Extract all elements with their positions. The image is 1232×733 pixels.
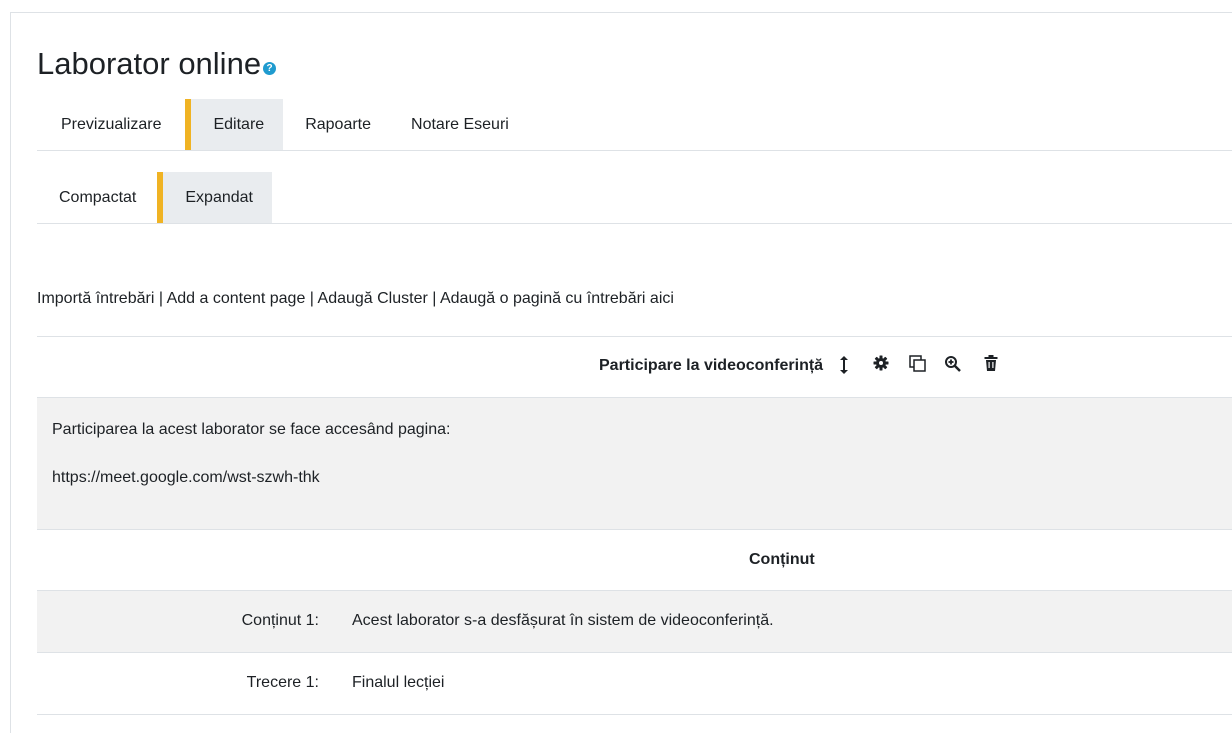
table-row: Conținut 1: Acest laborator s-a desfășur…: [37, 591, 1232, 653]
gear-icon[interactable]: [871, 355, 891, 377]
row-value: Finalul lecției: [352, 674, 445, 691]
title-text: Laborator online: [37, 46, 262, 81]
main-tabs: Previzualizare Editare Rapoarte Notare E…: [37, 99, 1232, 151]
lesson-page-header: Participare la videoconferință: [37, 337, 1232, 398]
import-questions-link[interactable]: Importă întrebări: [37, 290, 154, 307]
meeting-url: https://meet.google.com/wst-szwh-thk: [52, 469, 320, 486]
content-table-header: Conținut: [37, 530, 1232, 591]
tab-notare-eseuri[interactable]: Notare Eseuri: [391, 99, 529, 150]
tab-previzualizare[interactable]: Previzualizare: [37, 99, 185, 150]
question-circle-icon[interactable]: ?: [263, 62, 277, 75]
table-row: Trecere 1: Finalul lecției: [37, 653, 1232, 715]
row-label: Conținut 1:: [241, 612, 319, 629]
action-links: Importă întrebări | Add a content page |…: [37, 290, 674, 308]
add-content-page-link[interactable]: Add a content page: [167, 290, 306, 307]
trash-icon[interactable]: [981, 355, 1001, 377]
tab-rapoarte[interactable]: Rapoarte: [283, 99, 391, 150]
row-label: Trecere 1:: [246, 674, 319, 691]
move-icon[interactable]: [834, 355, 854, 377]
lesson-page-title: Participare la videoconferință: [599, 357, 824, 374]
link-separator: |: [154, 290, 167, 307]
page-title: Laborator online?: [37, 44, 277, 84]
add-question-page-link[interactable]: Adaugă o pagină cu întrebări aici: [440, 290, 674, 307]
add-cluster-link[interactable]: Adaugă Cluster: [318, 290, 428, 307]
tab-expandat[interactable]: Expandat: [157, 172, 272, 223]
table-header-label: Conținut: [749, 551, 815, 568]
tab-editare[interactable]: Editare: [185, 99, 284, 150]
zoom-in-icon[interactable]: [943, 355, 963, 377]
link-separator: |: [427, 290, 440, 307]
row-value: Acest laborator s-a desfășurat în sistem…: [352, 612, 774, 629]
content-text: Participarea la acest laborator se face …: [52, 421, 451, 438]
tab-compactat[interactable]: Compactat: [37, 172, 157, 223]
link-separator: |: [305, 290, 318, 307]
lesson-page-content: Participarea la acest laborator se face …: [37, 398, 1232, 530]
duplicate-icon[interactable]: [908, 355, 928, 377]
view-tabs: Compactat Expandat: [37, 172, 1232, 224]
